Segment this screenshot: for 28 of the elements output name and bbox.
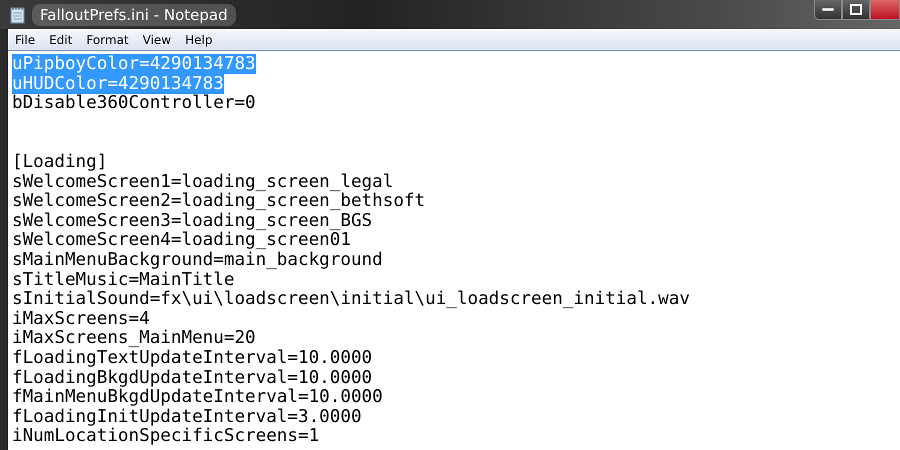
menu-item[interactable]: Format bbox=[79, 32, 136, 46]
text-line: iMaxScreens_MainMenu=20 bbox=[12, 328, 256, 348]
menu-item[interactable]: Help bbox=[178, 32, 220, 46]
text-area[interactable] bbox=[8, 51, 900, 450]
text-line: sWelcomeScreen1=loading_screen_legal bbox=[12, 172, 394, 192]
text-line: sWelcomeScreen2=loading_screen_bethsoft bbox=[12, 191, 426, 212]
text-line: fLoadingTextUpdateInterval=10.0000 bbox=[12, 348, 372, 368]
maximize-icon bbox=[850, 4, 862, 15]
text-line: sTitleMusic=MainTitle bbox=[12, 270, 234, 290]
menu-item[interactable]: Edit bbox=[42, 32, 80, 46]
notepad-icon bbox=[10, 6, 26, 24]
text-line: iNumLocationSpecificScreens=1 bbox=[12, 426, 320, 446]
text-line: sWelcomeScreen3=loading_screen_BGS bbox=[12, 210, 372, 231]
text-line: bDisable360Controller=0 bbox=[12, 93, 256, 114]
text-line: [Loading] bbox=[12, 152, 108, 172]
maximize-button[interactable] bbox=[842, 0, 870, 20]
text-line: iMaxScreens=4 bbox=[12, 308, 150, 329]
text-line: fMainMenuBkgdUpdateInterval=10.0000 bbox=[12, 387, 383, 408]
text-line: fLoadingInitUpdateInterval=3.0000 bbox=[12, 406, 362, 427]
text-line: sWelcomeScreen4=loading_screen01 bbox=[12, 230, 351, 250]
minimize-icon bbox=[822, 7, 834, 12]
text-line: sInitialSound=fx\ui\loadscreen\initial\ui_loadscreen_initial.wav bbox=[12, 289, 690, 310]
text-line: sMainMenuBackground=main_background bbox=[12, 250, 383, 270]
menu-item[interactable]: File bbox=[8, 32, 42, 46]
window-title: FalloutPrefs.ini - Notepad bbox=[32, 4, 236, 26]
minimize-button[interactable] bbox=[814, 0, 842, 20]
text-line: fLoadingBkgdUpdateInterval=10.0000 bbox=[12, 368, 372, 388]
menu-item[interactable]: View bbox=[136, 32, 178, 46]
